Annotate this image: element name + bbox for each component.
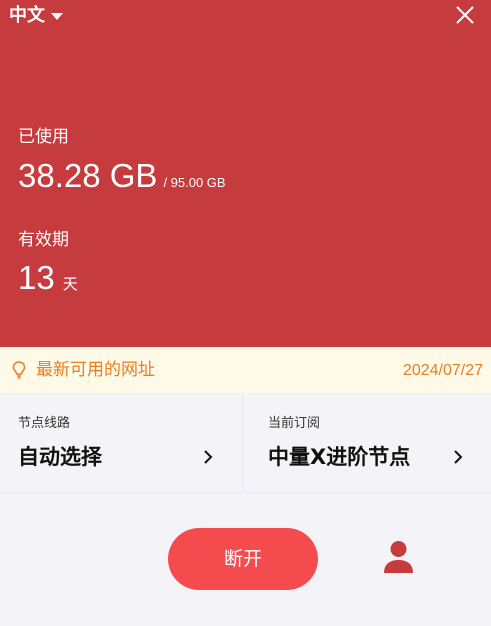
chevron-right-icon [454, 450, 463, 464]
node-route-selector[interactable]: 节点线路 自动选择 [0, 393, 243, 492]
validity-unit: 天 [62, 275, 78, 293]
lightbulb-icon [12, 361, 26, 379]
language-switcher[interactable]: 中文 [9, 4, 63, 28]
app-window: 中文 已使用 38.28 GB / 95.00 GB 有效期 13 天 最新可用… [0, 0, 491, 626]
disconnect-button[interactable]: 断开 [168, 528, 318, 590]
used-amount: 38.28 GB / 95.00 GB [18, 156, 226, 196]
node-route-value: 自动选择 [18, 445, 102, 469]
subscription-selector[interactable]: 当前订阅 中量X进阶节点 [243, 393, 491, 492]
used-total: / 95.00 GB [163, 175, 226, 190]
usage-panel: 中文 已使用 38.28 GB / 95.00 GB 有效期 13 天 [0, 0, 491, 347]
user-icon[interactable] [383, 540, 414, 574]
validity-amount: 13 天 [18, 258, 78, 298]
section-divider [0, 492, 491, 493]
used-value: 38.28 GB [18, 157, 158, 194]
notice-date: 2024/07/27 [402, 362, 483, 379]
chevron-right-icon [204, 450, 213, 464]
subscription-value: 中量X进阶节点 [268, 445, 411, 469]
validity-value: 13 [18, 259, 55, 296]
caret-down-icon [51, 12, 63, 20]
language-label: 中文 [9, 5, 45, 26]
used-label: 已使用 [18, 127, 69, 147]
latest-url-notice[interactable]: 最新可用的网址 2024/07/27 [0, 347, 491, 393]
subscription-label: 当前订阅 [268, 416, 321, 431]
close-icon[interactable] [455, 5, 475, 25]
notice-text: 最新可用的网址 [36, 360, 155, 380]
node-route-label: 节点线路 [18, 416, 71, 431]
validity-label: 有效期 [18, 230, 69, 250]
